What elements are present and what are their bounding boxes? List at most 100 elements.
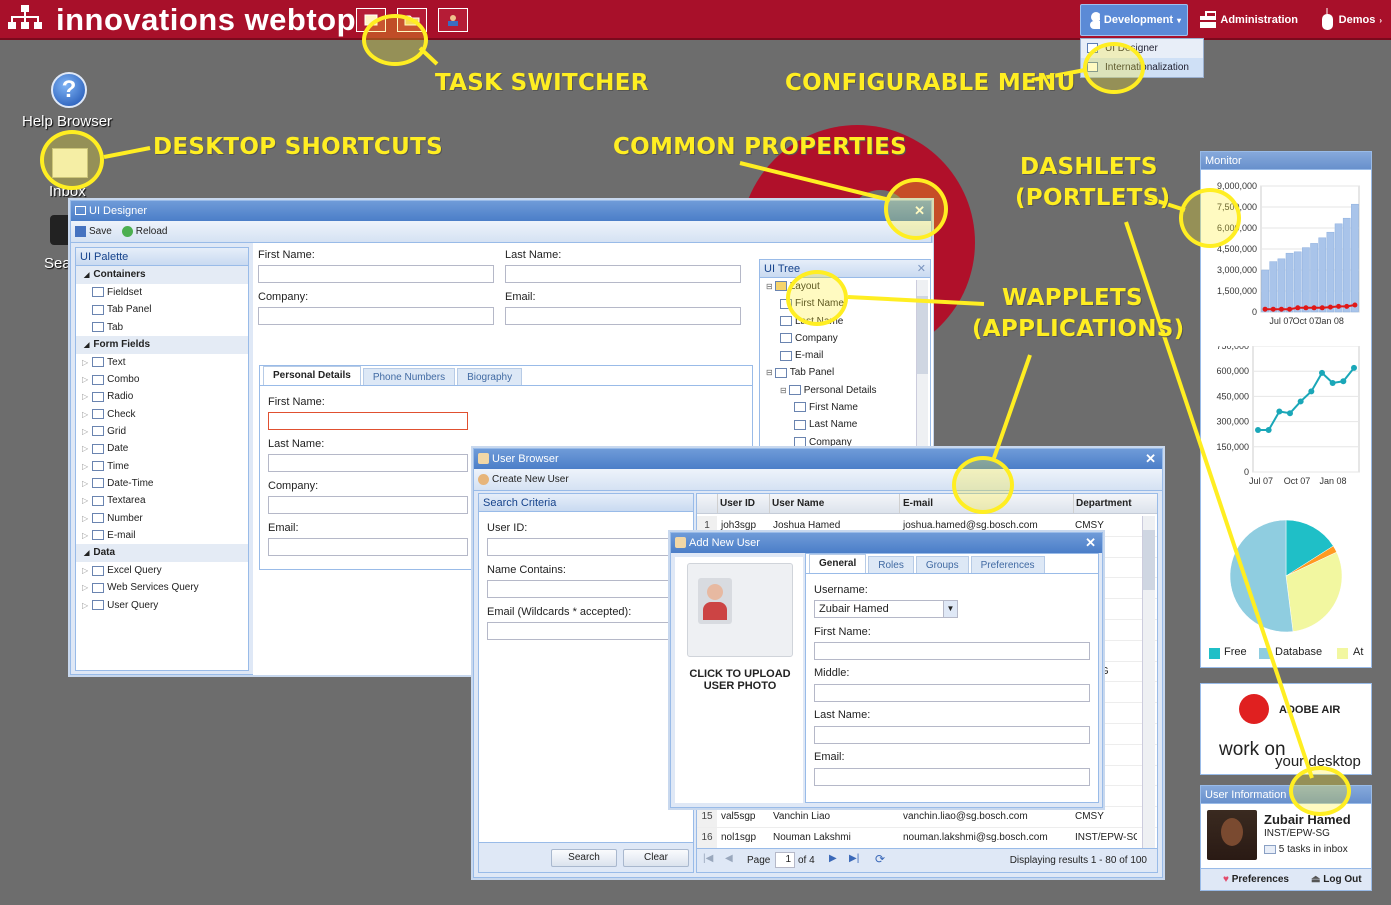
tree-node[interactable]: Last Name [760,313,930,330]
palette-item[interactable]: ▷ Text [76,354,248,371]
shortcut-help-browser[interactable]: ? Help Browser [20,72,120,130]
reload-button[interactable]: Reload [121,225,168,238]
close-icon[interactable]: ✕ [917,260,926,278]
palette-section[interactable]: ◢ Containers [76,266,248,284]
palette-item[interactable]: ▷ Web Services Query [76,579,248,596]
palette-item-label: Date [107,443,129,455]
window-title-bar[interactable]: Add New User ✕ [671,533,1102,553]
x-tick-label: Jan 08 [1317,316,1344,326]
middle-name-field[interactable] [814,684,1090,702]
shortcut-label: Sea [44,255,71,272]
name-contains-field[interactable] [487,580,677,598]
search-button[interactable]: Search [551,849,617,867]
tab-preferences[interactable]: Preferences [970,556,1045,573]
first-page-icon[interactable]: |◀ [703,853,713,864]
tab-phone-numbers[interactable]: Phone Numbers [362,368,456,385]
prev-page-icon[interactable]: ◀ [725,853,733,864]
close-icon[interactable]: ✕ [1145,449,1156,469]
first-name-field[interactable] [258,265,494,283]
menu-demos[interactable]: Demos › [1312,4,1388,36]
create-user-button[interactable]: Create New User [478,473,569,485]
last-page-icon[interactable]: ▶| [849,853,859,864]
tab-groups[interactable]: Groups [915,556,969,573]
palette-item[interactable]: ▷ E-mail [76,527,248,544]
palette-item-label: Excel Query [107,565,162,577]
collapse-icon[interactable]: ⊟ [780,386,787,395]
palette-item[interactable]: ▷ Date-Time [76,475,248,492]
refresh-icon[interactable]: ⟳ [875,852,885,866]
palette-item[interactable]: ▷ Date [76,440,248,457]
menu-development[interactable]: Development ▾ [1080,4,1188,36]
palette-item[interactable]: ▷ User Query [76,597,248,614]
tab-first-name-field[interactable] [268,412,468,430]
palette-item[interactable]: ▷ Textarea [76,492,248,509]
user-id-field[interactable] [487,538,677,556]
col-user-id[interactable]: User ID [717,494,769,513]
data-point [1255,427,1261,433]
palette-section[interactable]: ◢ Data [76,544,248,563]
menu-administration[interactable]: Administration [1192,4,1304,36]
table-row[interactable]: 15 val5sgp Vanchin Liao vanchin.liao@sg.bos… [697,807,1157,828]
palette-item[interactable]: Tab Panel [76,301,248,318]
tab-email-field[interactable] [268,538,468,556]
tree-node[interactable]: First Name [760,399,930,416]
tree-node[interactable]: Company [760,330,930,347]
palette-item[interactable]: ▷ Combo [76,371,248,388]
tab-company-field[interactable] [268,496,468,514]
last-name-field[interactable] [814,726,1090,744]
tab-personal-details[interactable]: Personal Details [263,366,361,385]
palette-item-label: Radio [107,391,134,403]
table-row[interactable]: 16 nol1sgp Nouman Lakshmi nouman.lakshmi@sg… [697,827,1157,849]
task-users-button[interactable] [438,8,468,32]
company-field[interactable] [258,307,494,325]
page-number-field[interactable]: 1 [775,852,795,868]
col-department[interactable]: Department [1073,494,1153,513]
tab-last-name-field[interactable] [268,454,468,472]
photo-upload[interactable] [687,563,793,657]
palette-item[interactable]: Tab [76,319,248,336]
grid-scrollbar[interactable] [1142,516,1155,848]
collapse-icon[interactable]: ⊟ [766,368,773,377]
clear-button[interactable]: Clear [623,849,689,867]
tree-node[interactable]: ⊟ Tab Panel [760,364,930,381]
tree-node[interactable]: E-mail [760,347,930,364]
first-name-label: First Name: [814,626,871,638]
first-name-field[interactable] [814,642,1090,660]
palette-item[interactable]: ▷ Number [76,510,248,527]
palette-item-label: Web Services Query [107,582,199,594]
ui-tree-title: UI Tree ✕ [760,260,930,278]
tree-scrollbar[interactable] [916,280,928,462]
tab-roles[interactable]: Roles [868,556,914,573]
next-page-icon[interactable]: ▶ [829,853,837,864]
palette-item[interactable]: ▷ Radio [76,388,248,405]
tree-node[interactable]: ⊟ Personal Details [760,382,930,399]
tab-general[interactable]: General [809,554,867,573]
last-name-field[interactable] [505,265,741,283]
window-title-bar[interactable]: User Browser ✕ [474,449,1162,469]
window-title-bar[interactable]: UI Designer ✕ [71,201,931,221]
save-button[interactable]: Save [75,225,112,237]
palette-item[interactable]: ▷ Grid [76,423,248,440]
email-field[interactable] [505,307,741,325]
palette-section[interactable]: ◢ Form Fields [76,335,248,354]
palette-item[interactable]: Fieldset [76,284,248,301]
col-user-name[interactable]: User Name [769,494,899,513]
preferences-link[interactable]: ♥ Preferences [1223,874,1289,885]
tree-node[interactable]: Last Name [760,416,930,433]
chevron-down-icon[interactable]: ▼ [943,601,957,617]
palette-item[interactable]: ▷ Time [76,458,248,475]
logout-link[interactable]: ⏏ Log Out [1311,874,1362,885]
reload-label: Reload [135,226,168,238]
collapse-icon[interactable]: ⊟ [766,282,773,291]
bar [1269,261,1278,313]
email-field[interactable] [814,768,1090,786]
bar [1277,258,1286,313]
highlight-circle [786,270,848,326]
close-icon[interactable]: ✕ [1085,533,1096,553]
tab-biography[interactable]: Biography [457,368,523,385]
username-combo[interactable]: Zubair Hamed ▼ [814,600,958,618]
palette-item[interactable]: ▷ Excel Query [76,562,248,579]
email-field[interactable] [487,622,677,640]
tasks-link[interactable]: 5 tasks in inbox [1264,844,1348,855]
palette-item[interactable]: ▷ Check [76,406,248,423]
